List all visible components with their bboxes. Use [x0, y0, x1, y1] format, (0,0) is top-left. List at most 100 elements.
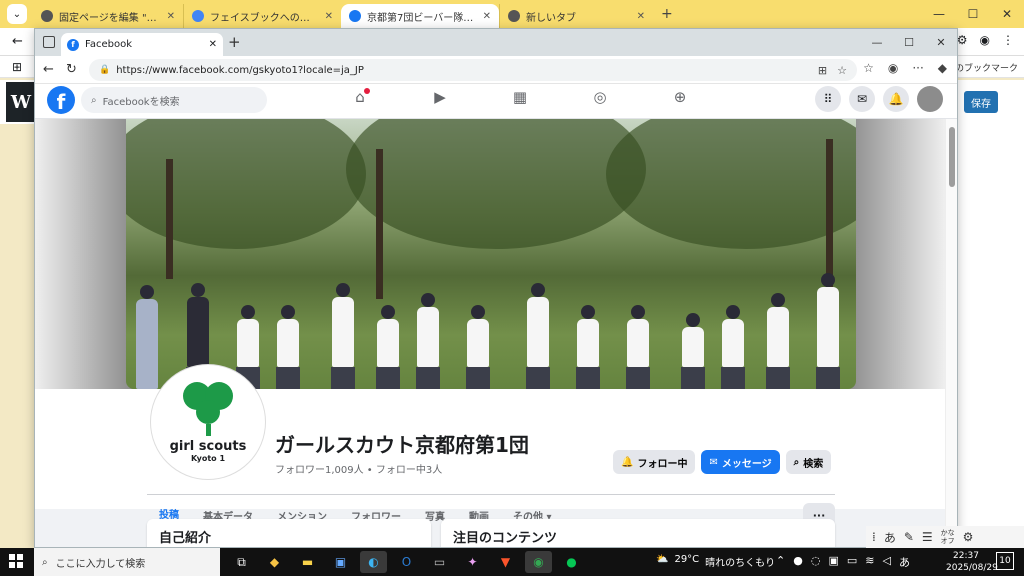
- chevron-down-icon: ⌄: [12, 8, 22, 20]
- favorite-star-icon[interactable]: ☆: [837, 64, 847, 77]
- avatar[interactable]: [917, 86, 943, 112]
- page-search-button[interactable]: ⌕ 検索: [785, 450, 832, 474]
- maximize-icon[interactable]: ☐: [893, 36, 925, 49]
- close-icon[interactable]: ✕: [325, 11, 333, 22]
- messenger-icon[interactable]: ✉: [849, 86, 875, 112]
- close-window-icon[interactable]: ✕: [990, 7, 1024, 21]
- scrollbar-thumb[interactable]: [949, 127, 955, 187]
- close-icon[interactable]: ✕: [637, 11, 645, 22]
- store-icon[interactable]: ▣: [327, 551, 354, 573]
- close-icon[interactable]: ✕: [483, 11, 491, 22]
- profile-icon[interactable]: ◉: [980, 33, 990, 47]
- new-tab-icon[interactable]: +: [661, 6, 673, 22]
- copilot-icon[interactable]: ◆: [938, 61, 947, 75]
- taskbar-search-input[interactable]: ⌕ ここに入力して検索: [34, 548, 220, 576]
- following-button[interactable]: 🔔 フォロー中: [613, 450, 696, 474]
- facebook-search-input[interactable]: ⌕ Facebookを検索: [81, 87, 267, 113]
- groups-icon[interactable]: ◎: [560, 88, 640, 106]
- chrome-app-icon[interactable]: ◉: [525, 551, 552, 573]
- menu-dots-icon[interactable]: ⋮: [1002, 33, 1014, 47]
- terminal-icon[interactable]: ▭: [426, 551, 453, 573]
- ime-grip-icon[interactable]: ⁞: [872, 530, 876, 544]
- scout-figure: [576, 305, 600, 389]
- intro-card-title: 自己紹介: [159, 531, 212, 546]
- video-icon[interactable]: ▶: [400, 88, 480, 106]
- volume-icon[interactable]: ◁: [882, 554, 890, 570]
- apps-grid-icon[interactable]: ⊞: [12, 60, 22, 74]
- kana-off-label[interactable]: かな オフ: [941, 529, 955, 545]
- chevron-up-icon[interactable]: ⌃: [776, 554, 785, 570]
- tree-foliage: [126, 119, 366, 249]
- follower-stats[interactable]: フォロワー1,009人 • フォロー中3人: [275, 461, 442, 476]
- windows-start-icon[interactable]: [9, 554, 23, 568]
- ime-indicator[interactable]: あ: [899, 554, 910, 570]
- edge-app-icon[interactable]: ◐: [360, 551, 387, 573]
- google-favicon-icon: [192, 10, 204, 22]
- file-explorer-icon[interactable]: ▬: [294, 551, 321, 573]
- battery-icon[interactable]: ▭: [847, 554, 857, 570]
- settings-more-icon[interactable]: ···: [912, 61, 923, 75]
- chrome-tab-1[interactable]: フェイスブックへのリンクの画像 - Go ✕: [183, 4, 341, 28]
- save-button[interactable]: 保存: [964, 91, 998, 113]
- wifi-icon[interactable]: ≋: [865, 554, 874, 570]
- bell-icon[interactable]: 🔔: [883, 86, 909, 112]
- tray-app-icon[interactable]: ●: [793, 554, 803, 570]
- gaming-icon[interactable]: ⊕: [640, 88, 720, 106]
- tab-actions-icon[interactable]: [43, 36, 55, 48]
- page-scrollbar[interactable]: [945, 119, 957, 547]
- menu-grid-icon[interactable]: ⠿: [815, 86, 841, 112]
- minimize-icon[interactable]: —: [922, 7, 956, 21]
- chrome-tab-0[interactable]: 固定ページを編集 "京都第7団のサ ✕: [33, 4, 183, 28]
- search-label: 検索: [803, 458, 824, 470]
- favorites-icon[interactable]: ☆: [863, 61, 874, 75]
- close-icon[interactable]: ✕: [209, 39, 217, 50]
- tab-title: 京都第7団ビーバー隊🟢 | Faceb: [367, 12, 477, 24]
- chrome-tab-2[interactable]: 京都第7団ビーバー隊🟢 | Faceb ✕: [341, 4, 499, 28]
- wordpress-logo-icon[interactable]: W: [6, 82, 36, 122]
- message-button[interactable]: ✉ メッセージ: [701, 450, 780, 474]
- new-tab-icon[interactable]: +: [228, 33, 241, 51]
- ime-mode[interactable]: あ: [884, 529, 896, 546]
- page-title: ガールスカウト京都府第1団: [275, 433, 529, 457]
- outlook-icon[interactable]: O: [393, 551, 420, 573]
- copilot-app-icon[interactable]: ◆: [261, 551, 288, 573]
- minimize-icon[interactable]: —: [861, 36, 893, 49]
- tray-app-icon[interactable]: ◌: [811, 554, 821, 570]
- facebook-logo-icon[interactable]: f: [47, 86, 75, 114]
- scout-figure: [376, 305, 400, 389]
- address-bar[interactable]: 🔒 https://www.facebook.com/gskyoto1?loca…: [89, 59, 857, 81]
- ime-pad-icon[interactable]: ✎: [904, 530, 914, 544]
- scout-figure: [721, 305, 745, 389]
- marketplace-icon[interactable]: ▦: [480, 88, 560, 106]
- tray-app-icon[interactable]: ▣: [828, 554, 838, 570]
- chrome-tab-3[interactable]: 新しいタブ ✕: [499, 4, 653, 28]
- extension-icon[interactable]: ⚙: [957, 33, 968, 47]
- gear-icon[interactable]: ⚙: [963, 530, 974, 544]
- taskbar-clock[interactable]: 22:37 2025/08/29: [946, 550, 998, 574]
- task-view-icon[interactable]: ⧉: [228, 551, 255, 573]
- featured-card: 注目のコンテンツ: [441, 519, 835, 547]
- maximize-icon[interactable]: ☐: [956, 7, 990, 21]
- weather-widget[interactable]: ⛅ 29°C 晴れのちくもり: [656, 554, 775, 569]
- tab-search-button[interactable]: ⌄: [7, 4, 27, 24]
- message-label: メッセージ: [721, 458, 772, 470]
- close-window-icon[interactable]: ✕: [925, 36, 957, 49]
- back-arrow-icon[interactable]: ←: [12, 34, 23, 49]
- back-arrow-icon[interactable]: ←: [43, 62, 54, 77]
- home-icon[interactable]: ⌂: [320, 88, 400, 106]
- brave-icon[interactable]: ▼: [492, 551, 519, 573]
- notification-center-icon[interactable]: 10: [996, 552, 1014, 570]
- page-profile-picture[interactable]: girl scouts Kyoto 1: [151, 365, 265, 479]
- profile-icon[interactable]: ◉: [888, 61, 898, 75]
- scout-figure: [136, 285, 158, 389]
- reload-icon[interactable]: ↻: [66, 62, 77, 77]
- close-icon[interactable]: ✕: [167, 11, 175, 22]
- cover-photo[interactable]: [126, 119, 856, 389]
- design-app-icon[interactable]: ✦: [459, 551, 486, 573]
- ime-dictionary-icon[interactable]: ☰: [922, 530, 933, 544]
- taskbar-apps: ⧉ ◆ ▬ ▣ ◐ O ▭ ✦ ▼ ◉ ●: [228, 551, 585, 573]
- site-info-icon[interactable]: 🔒: [99, 65, 110, 75]
- edge-tab-facebook[interactable]: f Facebook ✕: [61, 33, 223, 56]
- line-app-icon[interactable]: ●: [558, 551, 585, 573]
- app-available-icon[interactable]: ⊞: [818, 64, 827, 77]
